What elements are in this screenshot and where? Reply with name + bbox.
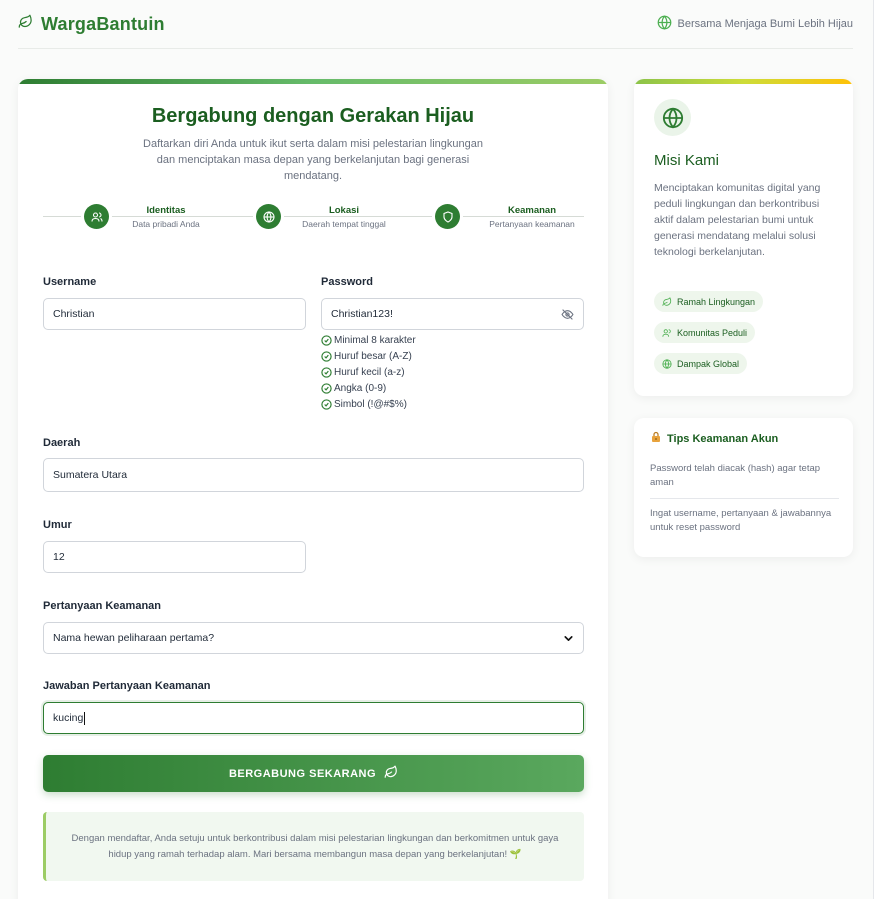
eye-off-icon[interactable]	[561, 308, 574, 324]
step-desc: Pertanyaan keamanan	[489, 219, 575, 229]
step-identitas[interactable]: Identitas Data pribadi Anda	[84, 204, 200, 229]
age-input[interactable]: 12	[43, 541, 306, 573]
chip-label: Dampak Global	[677, 358, 740, 369]
mission-card: Misi Kami Menciptakan komunitas digital …	[634, 79, 853, 396]
username-input[interactable]: Christian	[43, 298, 306, 330]
region-input[interactable]: Sumatera Utara	[43, 458, 584, 492]
question-label: Pertanyaan Keamanan	[43, 600, 161, 612]
globe-icon	[657, 15, 672, 33]
check-circle-icon	[321, 366, 332, 378]
step-title: Identitas	[146, 205, 186, 216]
username-value: Christian	[53, 308, 95, 320]
users-icon	[662, 328, 671, 337]
step-desc: Daerah tempat tinggal	[302, 219, 386, 229]
top-header: WargaBantuin Bersama Menjaga Bumi Lebih …	[18, 0, 853, 49]
shield-icon	[435, 204, 460, 229]
check-circle-icon	[321, 350, 332, 362]
step-title: Lokasi	[328, 205, 360, 216]
tagline-text: Bersama Menjaga Bumi Lebih Hijau	[677, 18, 853, 30]
requirement-text: Simbol (!@#$%)	[334, 398, 407, 410]
password-input[interactable]: Christian123!	[321, 298, 584, 330]
leaf-icon	[662, 296, 672, 306]
mission-title: Misi Kami	[654, 152, 720, 169]
join-button[interactable]: BERGABUNG SEKARANG	[43, 755, 584, 792]
tips-title: Tips Keamanan Akun	[650, 431, 778, 446]
answer-label: Jawaban Pertanyaan Keamanan	[43, 680, 211, 692]
age-label: Umur	[43, 519, 72, 531]
answer-input[interactable]: kucing	[43, 702, 584, 734]
tips-title-text: Tips Keamanan Akun	[667, 432, 779, 445]
requirement-item: Huruf kecil (a-z)	[321, 364, 416, 380]
brand-name: WargaBantuin	[41, 13, 165, 34]
agreement-text: Dengan mendaftar, Anda setuju untuk berk…	[71, 832, 559, 860]
requirement-text: Angka (0-9)	[334, 382, 387, 394]
region-value: Sumatera Utara	[53, 469, 128, 481]
username-label: Username	[43, 276, 97, 288]
check-circle-icon	[321, 382, 332, 394]
registration-card: Bergabung dengan Gerakan Hijau Daftarkan…	[18, 79, 608, 899]
check-circle-icon	[321, 334, 332, 346]
lock-icon	[650, 431, 662, 446]
security-tips-card: Tips Keamanan Akun Password telah diacak…	[634, 418, 853, 557]
step-title: Keamanan	[507, 205, 557, 216]
step-desc: Data pribadi Anda	[132, 219, 200, 229]
divider	[650, 498, 839, 499]
region-label: Daerah	[43, 437, 81, 449]
step-keamanan[interactable]: Keamanan Pertanyaan keamanan	[435, 204, 575, 229]
requirement-text: Huruf kecil (a-z)	[334, 366, 405, 378]
requirement-text: Minimal 8 karakter	[334, 334, 416, 346]
chip-label: Ramah Lingkungan	[677, 296, 756, 307]
chip-komunitas-peduli: Komunitas Peduli	[654, 322, 756, 343]
globe-icon	[662, 358, 672, 369]
tagline: Bersama Menjaga Bumi Lebih Hijau	[657, 15, 853, 33]
mission-text: Menciptakan komunitas digital yang pedul…	[654, 182, 821, 258]
globe-icon	[256, 204, 281, 229]
password-label: Password	[321, 276, 373, 288]
card-accent-bar	[634, 79, 853, 84]
card-accent-bar	[18, 79, 608, 84]
question-value: Nama hewan peliharaan pertama?	[53, 632, 215, 644]
age-value: 12	[53, 551, 65, 563]
chip-dampak-global: Dampak Global	[654, 353, 748, 374]
progress-steps: Identitas Data pribadi Anda Lokasi Daera…	[43, 204, 584, 236]
answer-value: kucing	[53, 712, 84, 724]
requirement-item: Huruf besar (A-Z)	[321, 348, 416, 364]
password-value: Christian123!	[331, 308, 393, 320]
page-title: Bergabung dengan Gerakan Hijau	[151, 105, 475, 127]
chip-label: Komunitas Peduli	[677, 327, 748, 338]
security-question-select[interactable]: Nama hewan peliharaan pertama?	[43, 622, 584, 654]
chip-ramah-lingkungan: Ramah Lingkungan	[654, 291, 764, 312]
step-lokasi[interactable]: Lokasi Daerah tempat tinggal	[256, 204, 386, 229]
requirement-item: Simbol (!@#$%)	[321, 396, 416, 412]
agreement-note: Dengan mendaftar, Anda setuju untuk berk…	[43, 812, 584, 881]
leaf-icon	[384, 765, 398, 782]
brand[interactable]: WargaBantuin	[18, 14, 165, 35]
leaf-icon	[18, 14, 33, 34]
tip-item: Ingat username, pertanyaan & jawabannya …	[650, 508, 832, 533]
users-icon	[84, 204, 109, 229]
password-requirements: Minimal 8 karakter Huruf besar (A-Z) Hur…	[321, 332, 416, 412]
text-caret	[84, 711, 86, 725]
chevron-down-icon	[562, 632, 575, 648]
page-subtitle: Daftarkan diri Anda untuk ikut serta dal…	[143, 138, 483, 182]
tip-item: Password telah diacak (hash) agar tetap …	[650, 463, 821, 488]
globe-icon	[654, 99, 691, 136]
join-button-label: BERGABUNG SEKARANG	[228, 767, 377, 780]
requirement-text: Huruf besar (A-Z)	[334, 350, 412, 362]
requirement-item: Angka (0-9)	[321, 380, 416, 396]
requirement-item: Minimal 8 karakter	[321, 332, 416, 348]
check-circle-icon	[321, 398, 332, 410]
